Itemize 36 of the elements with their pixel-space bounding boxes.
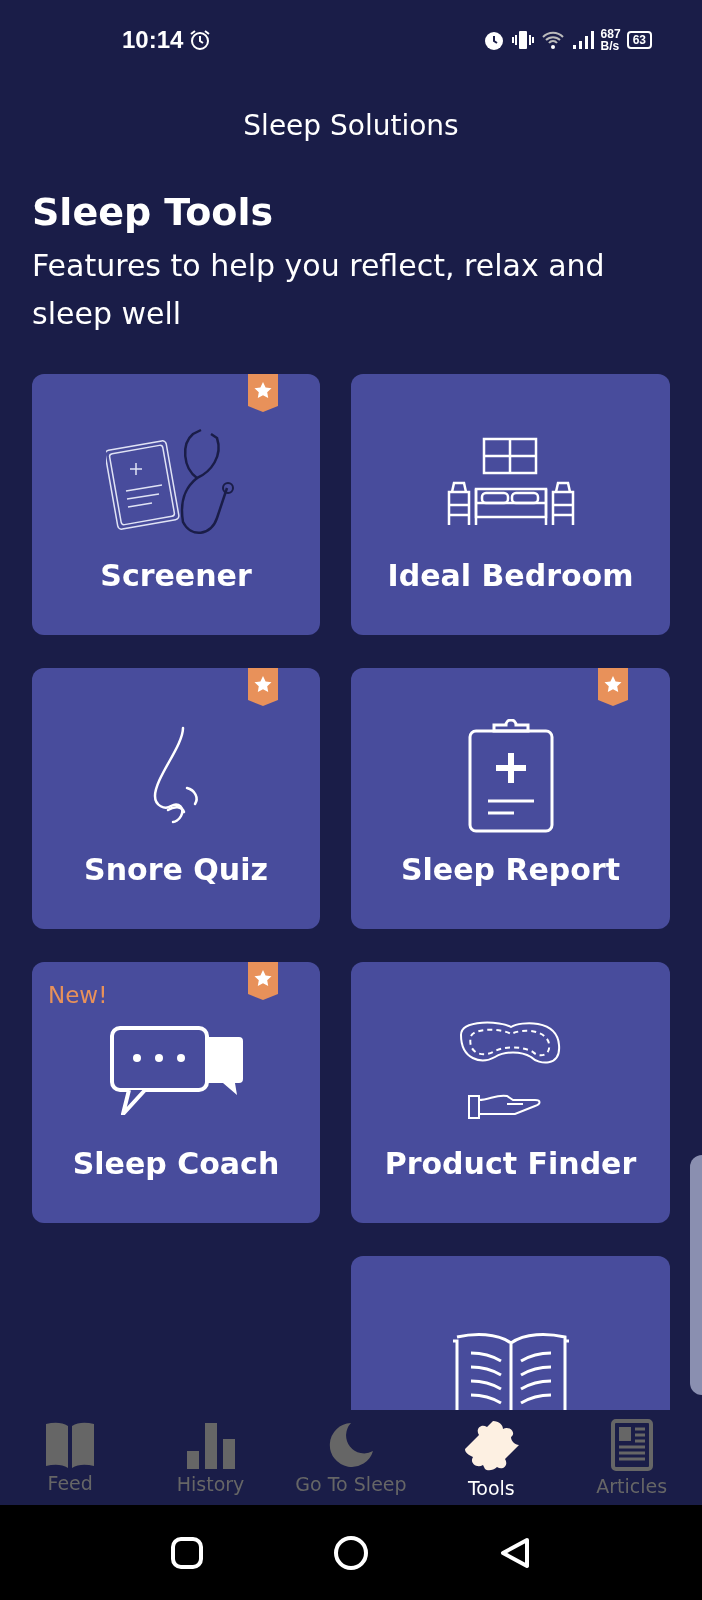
tool-label: Snore Quiz (84, 852, 268, 887)
tool-card[interactable]: Snore Quiz (32, 668, 320, 929)
section-heading: Sleep Tools (32, 190, 275, 234)
bedroom-icon (445, 437, 576, 527)
battery-level: 63 (626, 31, 652, 49)
tool-card[interactable]: New! Sleep Coach (32, 962, 320, 1223)
tool-label: Sleep Report (400, 852, 621, 887)
tool-card[interactable]: Product Finder (351, 962, 670, 1223)
network-speed-unit: B/s (600, 40, 621, 52)
wifi-icon (540, 29, 565, 51)
newspaper-icon (610, 1418, 653, 1471)
tool-label: Sleep Coach (72, 1146, 280, 1181)
vibrate-icon (510, 29, 535, 51)
tool-card[interactable]: Screener (32, 374, 320, 635)
book-icon (46, 1421, 95, 1468)
tool-label: Ideal Bedroom (387, 558, 634, 593)
new-label: New! (48, 982, 108, 1008)
tool-card[interactable]: Sleep Report (351, 668, 670, 929)
clock-time: 10:14 (122, 26, 184, 54)
section-subtitle: Features to help you reflect, relax and sleep well (32, 247, 606, 333)
back-button[interactable] (499, 1535, 531, 1570)
bar-chart-icon (186, 1420, 235, 1469)
open-book-icon (450, 1331, 571, 1410)
alarm-icon (189, 29, 212, 51)
signal-icon (570, 29, 595, 51)
tool-card[interactable]: Ideal Bedroom (351, 374, 670, 635)
network-speed: 687 (600, 28, 621, 40)
scroll-handle[interactable] (690, 1155, 702, 1395)
app-title: Sleep Solutions (243, 108, 459, 142)
home-button[interactable] (333, 1534, 369, 1571)
alarm-icon (482, 29, 505, 51)
tool-label: Product Finder (384, 1146, 637, 1181)
chat-bubbles-icon (108, 1025, 244, 1115)
recent-apps-button[interactable] (171, 1536, 203, 1569)
tool-label: Screener (100, 558, 252, 593)
nav-tab[interactable]: Tools (426, 1416, 557, 1499)
